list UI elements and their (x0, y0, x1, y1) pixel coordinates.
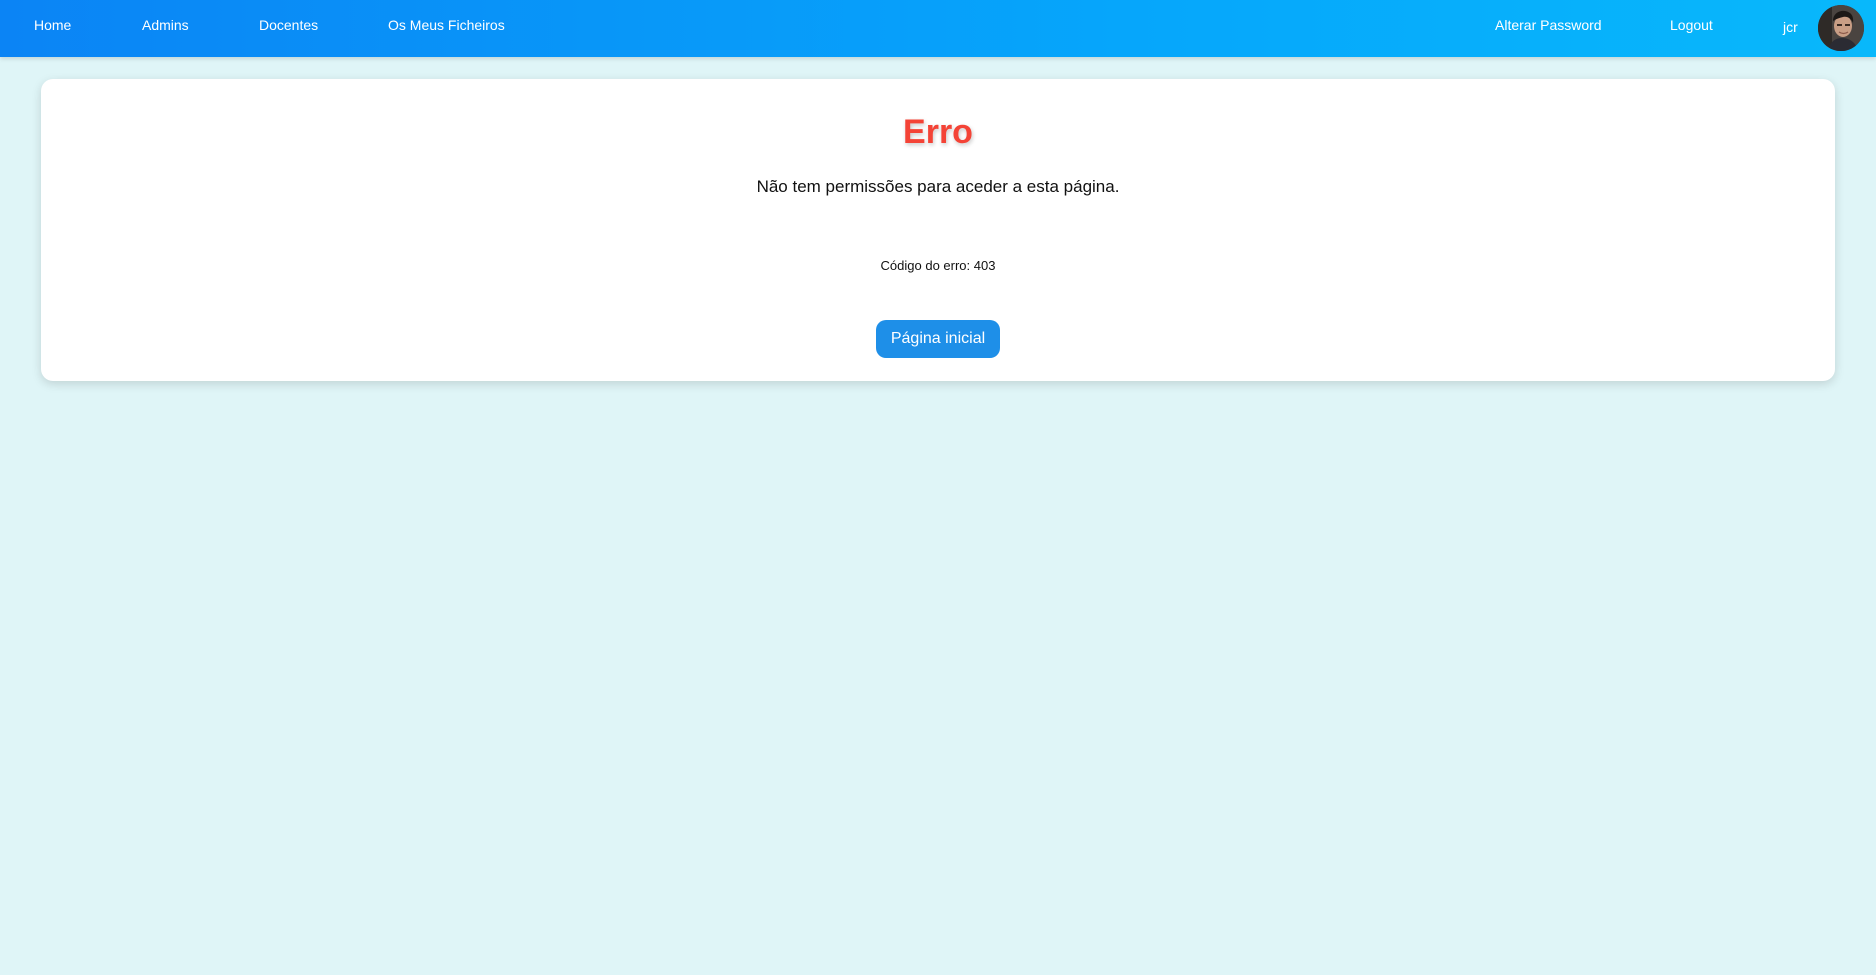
top-navbar: Home Admins Docentes Os Meus Ficheiros A… (0, 0, 1876, 57)
nav-link-alterar-password[interactable]: Alterar Password (1495, 17, 1602, 33)
error-code: Código do erro: 403 (880, 258, 996, 273)
nav-link-logout[interactable]: Logout (1670, 17, 1713, 33)
username-label: jcr (1783, 19, 1798, 35)
error-card: Erro Não tem permissões para aceder a es… (41, 79, 1835, 381)
nav-link-admins[interactable]: Admins (142, 17, 189, 33)
error-title: Erro (903, 113, 973, 151)
error-message: Não tem permissões para aceder a esta pá… (756, 177, 1120, 196)
avatar[interactable] (1818, 5, 1864, 51)
nav-link-home[interactable]: Home (34, 17, 71, 33)
nav-link-docentes[interactable]: Docentes (259, 17, 318, 33)
user-avatar-icon (1818, 5, 1864, 51)
nav-link-os-meus-ficheiros[interactable]: Os Meus Ficheiros (388, 17, 505, 33)
home-page-button[interactable]: Página inicial (876, 320, 1000, 358)
